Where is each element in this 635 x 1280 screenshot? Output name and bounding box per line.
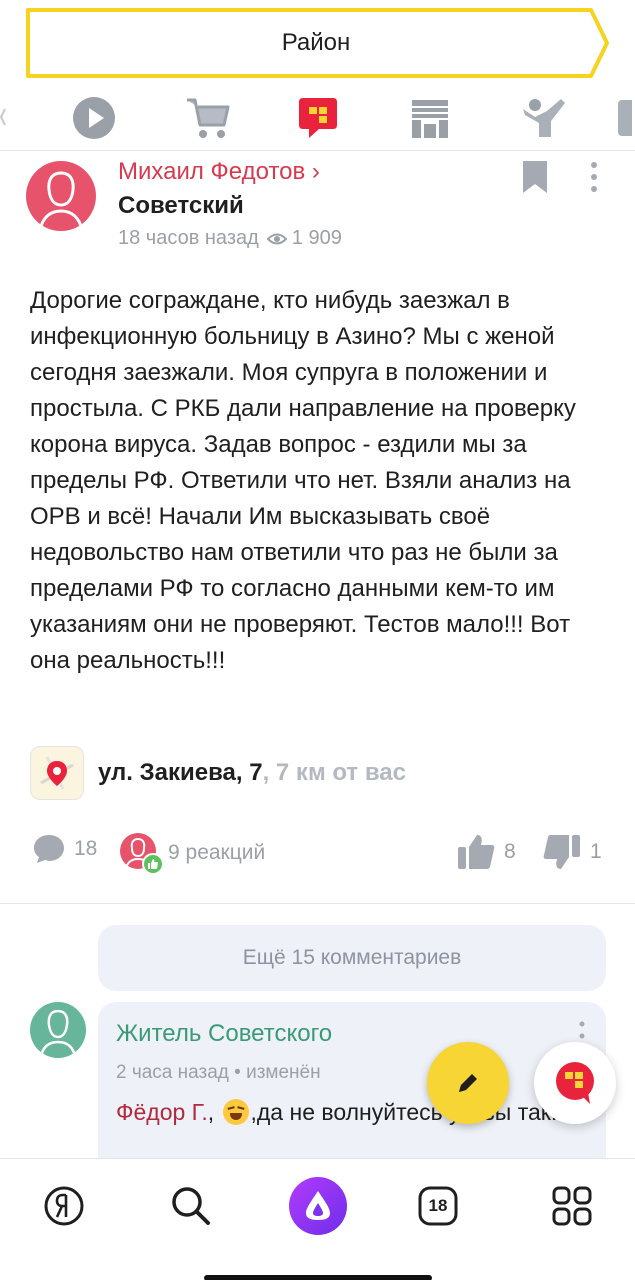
post-author-link[interactable]: Михаил Федотов › xyxy=(118,158,320,186)
eye-icon xyxy=(266,233,287,244)
post-text: Дорогие сограждане, кто нибудь заезжал в… xyxy=(30,287,576,674)
more-options-icon[interactable] xyxy=(582,157,606,197)
post-location[interactable]: ул. Закиева, 7, 7 км от вас xyxy=(30,745,406,801)
bottom-navigation: 18 xyxy=(0,1158,635,1280)
bookmark-icon[interactable] xyxy=(520,159,550,195)
person-silhouette-icon xyxy=(38,171,84,231)
post-card: Михаил Федотов › Советский 18 часов наза… xyxy=(0,151,635,899)
post-address: ул. Закиева, 7 xyxy=(98,759,263,786)
chat-icon xyxy=(556,1062,594,1104)
reactions-button[interactable]: 9 реакций xyxy=(120,833,266,875)
author-avatar[interactable] xyxy=(26,161,96,231)
comment-text-rest: ,да не волнуйтесь уж вы так. xyxy=(250,1099,558,1125)
scroll-left-indicator xyxy=(0,108,6,126)
map-pin-icon xyxy=(40,756,74,790)
comment-meta: 2 часа назад • изменён xyxy=(116,1062,321,1083)
write-post-button[interactable] xyxy=(427,1042,509,1124)
search-icon xyxy=(172,1187,210,1225)
category-shop[interactable] xyxy=(180,90,236,146)
nav-services[interactable] xyxy=(537,1171,607,1241)
district-chat-button[interactable] xyxy=(534,1042,616,1124)
store-icon xyxy=(412,100,448,138)
home-indicator[interactable] xyxy=(204,1275,432,1280)
post-district: Советский xyxy=(118,192,244,219)
comment-reply-to[interactable]: Фёдор Г. xyxy=(116,1099,208,1125)
cart-icon xyxy=(187,98,230,138)
category-more-partial[interactable] xyxy=(612,90,635,146)
comment-text-start: , xyxy=(207,1099,215,1125)
grid-icon xyxy=(552,1186,592,1226)
chat-icon xyxy=(299,98,337,138)
person-silhouette-icon xyxy=(39,1009,77,1058)
nav-yandex[interactable] xyxy=(29,1171,99,1241)
district-selector[interactable]: Район xyxy=(26,8,611,78)
comment-author[interactable]: Житель Советского xyxy=(116,1020,332,1048)
people-icon xyxy=(523,99,565,137)
map-thumbnail xyxy=(30,746,84,800)
reactions-count: 9 реакций xyxy=(168,841,266,864)
thumbs-up-icon xyxy=(458,835,495,869)
divider xyxy=(0,903,635,904)
nav-search[interactable] xyxy=(156,1171,226,1241)
category-icon-row xyxy=(0,86,635,146)
like-button[interactable]: 8 xyxy=(456,833,516,871)
comments-count: 18 xyxy=(74,837,98,860)
category-talk[interactable] xyxy=(290,90,346,146)
comment: Житель Советского 2 часа назад • изменён… xyxy=(98,1002,606,1172)
yandex-logo-icon xyxy=(44,1186,84,1226)
alice-icon xyxy=(289,1177,347,1235)
comment-bubble-icon xyxy=(34,835,64,863)
play-icon xyxy=(73,97,115,139)
like-badge-icon xyxy=(142,853,164,875)
post-actions: 18 9 реакций 8 1 xyxy=(0,823,635,883)
commenter-avatar[interactable] xyxy=(30,1002,86,1058)
calendar-day: 18 xyxy=(428,1196,448,1215)
nav-alice[interactable] xyxy=(283,1171,353,1241)
thumbs-down-icon xyxy=(543,835,580,869)
document-icon xyxy=(618,100,632,136)
category-business[interactable] xyxy=(402,90,458,146)
post-views-count: 1 909 xyxy=(291,227,342,249)
nav-calendar[interactable]: 18 xyxy=(403,1171,473,1241)
post-views: 1 909 xyxy=(266,227,342,250)
post-time: 18 часов назад xyxy=(118,227,259,249)
post-meta: 18 часов назад 1 909 xyxy=(118,227,342,250)
dislike-button[interactable]: 1 xyxy=(542,833,602,871)
comment-text: Фёдор Г., ,да не волнуйтесь уж вы так. xyxy=(116,1094,596,1130)
category-video[interactable] xyxy=(66,90,122,146)
post-distance: , 7 км от вас xyxy=(262,759,406,786)
category-people[interactable] xyxy=(516,90,572,146)
more-comments-button[interactable]: Ещё 15 комментариев xyxy=(98,925,606,991)
likes-count: 8 xyxy=(504,840,516,863)
district-selector-label: Район xyxy=(281,29,351,56)
reaction-avatar xyxy=(120,833,164,875)
dislikes-count: 1 xyxy=(590,840,602,863)
rofl-emoji-icon xyxy=(222,1099,249,1125)
pencil-icon xyxy=(459,1074,477,1092)
comments-button[interactable]: 18 xyxy=(32,833,97,865)
